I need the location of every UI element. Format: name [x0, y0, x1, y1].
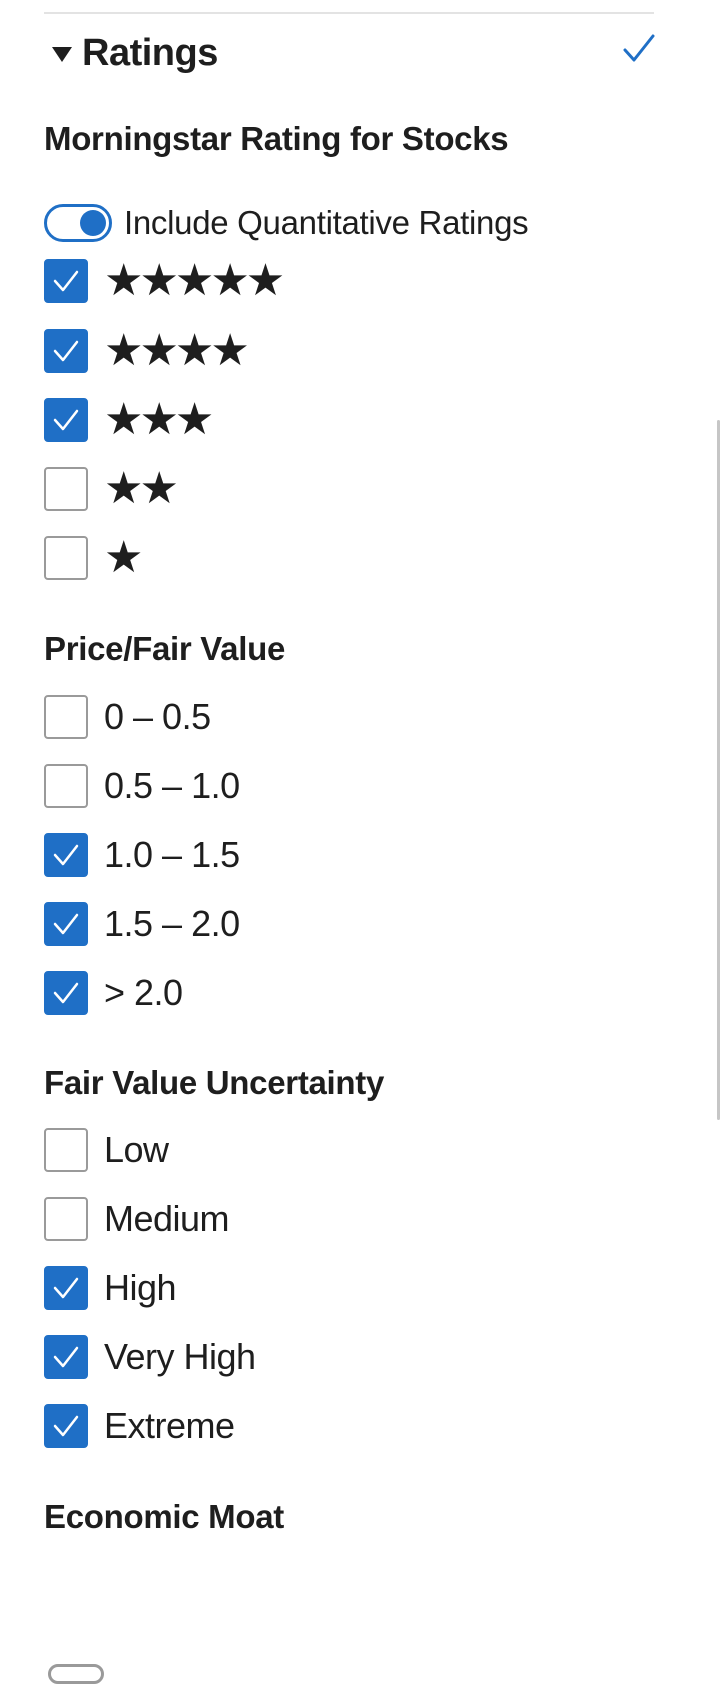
checkbox[interactable] — [44, 971, 88, 1015]
checkbox[interactable] — [44, 536, 88, 580]
price-fair-value-title: Price/Fair Value — [44, 630, 286, 667]
option-label: 0 – 0.5 — [104, 696, 211, 737]
uncertainty-option[interactable]: High — [44, 1265, 177, 1311]
price-fair-value-option[interactable]: 1.0 – 1.5 — [44, 832, 240, 878]
price-fair-value-option[interactable]: 0.5 – 1.0 — [44, 763, 240, 809]
option-label: 1.0 – 1.5 — [104, 834, 240, 875]
price-fair-value-option[interactable]: 0 – 0.5 — [44, 694, 211, 740]
checkmark-icon — [53, 913, 79, 935]
include-quantitative-toggle[interactable] — [44, 204, 112, 242]
rating-option-3-stars[interactable]: ★★★ — [44, 395, 214, 444]
option-label: Low — [104, 1129, 169, 1170]
option-label: 1.5 – 2.0 — [104, 903, 240, 944]
price-fair-value-option[interactable]: > 2.0 — [44, 970, 183, 1016]
price-fair-value-option[interactable]: 1.5 – 2.0 — [44, 901, 240, 947]
option-label: High — [104, 1267, 177, 1308]
economic-moat-title: Economic Moat — [44, 1498, 284, 1535]
checkbox[interactable] — [44, 695, 88, 739]
checkbox[interactable] — [44, 764, 88, 808]
option-label: Extreme — [104, 1405, 235, 1446]
uncertainty-option[interactable]: Extreme — [44, 1403, 235, 1449]
checkbox[interactable] — [44, 1266, 88, 1310]
rating-option-5-stars[interactable]: ★★★★★ — [44, 256, 285, 305]
star-rating-icon: ★★★★ — [104, 326, 250, 375]
section-title: Ratings — [82, 31, 218, 74]
uncertainty-option[interactable]: Medium — [44, 1196, 230, 1242]
scrollbar[interactable] — [717, 420, 720, 1120]
checkbox[interactable] — [44, 1128, 88, 1172]
star-rating-icon: ★★ — [104, 464, 179, 513]
include-quantitative-toggle-row[interactable]: Include Quantitative Ratings — [44, 200, 529, 246]
checkmark-icon — [53, 1346, 79, 1368]
uncertainty-option[interactable]: Low — [44, 1127, 169, 1173]
checkbox[interactable] — [44, 259, 88, 303]
checkmark-icon — [53, 982, 79, 1004]
top-divider — [44, 12, 654, 14]
checkbox[interactable] — [44, 398, 88, 442]
checkmark-icon — [53, 844, 79, 866]
checkbox[interactable] — [44, 1404, 88, 1448]
rating-option-1-star[interactable]: ★ — [44, 533, 144, 582]
checkbox[interactable] — [44, 329, 88, 373]
fair-value-uncertainty-title: Fair Value Uncertainty — [44, 1064, 385, 1101]
economic-moat-toggle[interactable] — [48, 1664, 104, 1684]
uncertainty-option[interactable]: Very High — [44, 1334, 256, 1380]
checkmark-icon — [53, 340, 79, 362]
checkbox[interactable] — [44, 467, 88, 511]
toggle-knob — [80, 210, 106, 236]
caret-down-icon — [52, 46, 72, 62]
include-quantitative-label: Include Quantitative Ratings — [124, 204, 529, 241]
checkbox[interactable] — [44, 902, 88, 946]
checkmark-icon — [53, 1277, 79, 1299]
checkbox[interactable] — [44, 833, 88, 877]
ratings-section-header[interactable]: Ratings — [52, 26, 656, 80]
checkbox[interactable] — [44, 1335, 88, 1379]
star-rating-icon: ★★★★★ — [104, 256, 285, 305]
star-rating-icon: ★ — [104, 533, 144, 582]
rating-option-4-stars[interactable]: ★★★★ — [44, 326, 250, 375]
option-label: Very High — [104, 1336, 256, 1377]
checkbox[interactable] — [44, 1197, 88, 1241]
option-label: Medium — [104, 1198, 230, 1239]
checkmark-icon — [53, 270, 79, 292]
star-rating-icon: ★★★ — [104, 395, 214, 444]
check-icon — [623, 34, 655, 62]
checkmark-icon — [53, 1415, 79, 1437]
checkmark-icon — [53, 409, 79, 431]
morningstar-rating-title: Morningstar Rating for Stocks — [44, 120, 509, 157]
rating-option-2-stars[interactable]: ★★ — [44, 464, 179, 513]
option-label: 0.5 – 1.0 — [104, 765, 240, 806]
option-label: > 2.0 — [104, 972, 183, 1013]
